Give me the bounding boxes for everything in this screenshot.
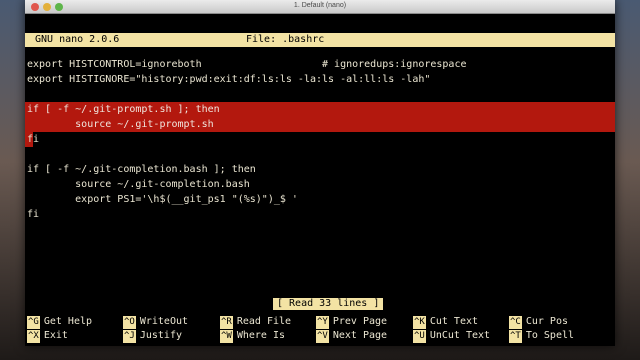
code-line[interactable]: export HISTIGNORE="history:pwd:exit:df:l… xyxy=(25,72,615,87)
shortcut-to-spell[interactable]: ^T To Spell xyxy=(509,329,575,343)
terminal-window: 1. Default (nano) GNU nano 2.0.6 File: .… xyxy=(25,0,615,346)
shortcut-prev-page[interactable]: ^Y Prev Page xyxy=(316,315,388,329)
code-line-selected[interactable]: source ~/.git-prompt.sh xyxy=(25,117,615,132)
shortcut-key: ^J xyxy=(123,330,136,343)
shortcut-label: UnCut Text xyxy=(429,330,491,341)
code-line[interactable] xyxy=(25,87,615,102)
shortcut-key: ^K xyxy=(413,316,426,329)
shortcut-label: Read File xyxy=(236,316,292,327)
shortcut-label: Cut Text xyxy=(429,316,479,327)
shortcut-justify[interactable]: ^J Justify xyxy=(123,329,182,343)
shortcut-label: To Spell xyxy=(525,330,575,341)
code-line-selected[interactable]: fi xyxy=(25,132,615,147)
shortcut-label: Justify xyxy=(139,330,182,341)
nano-version: GNU nano 2.0.6 xyxy=(35,34,120,45)
shortcut-key: ^U xyxy=(413,330,426,343)
file-name: File: .bashrc xyxy=(246,34,325,45)
shortcut-key: ^R xyxy=(220,316,233,329)
code-line[interactable]: if [ -f ~/.git-completion.bash ]; then xyxy=(25,162,615,177)
shortcut-key: ^X xyxy=(27,330,40,343)
code-line-selected[interactable]: if [ -f ~/.git-prompt.sh ]; then xyxy=(25,102,615,117)
shortcut-label: Exit xyxy=(43,330,68,341)
shortcut-cut-text[interactable]: ^K Cut Text xyxy=(413,315,479,329)
shortcut-exit[interactable]: ^X Exit xyxy=(27,329,68,343)
shortcut-next-page[interactable]: ^V Next Page xyxy=(316,329,388,343)
code-line[interactable] xyxy=(25,147,615,162)
shortcut-key: ^G xyxy=(27,316,40,329)
shortcut-key: ^O xyxy=(123,316,136,329)
shortcut-read-file[interactable]: ^R Read File xyxy=(220,315,292,329)
shortcut-label: Cur Pos xyxy=(525,316,568,327)
shortcut-label: Prev Page xyxy=(332,316,388,327)
code-line[interactable]: export PS1='\h$(__git_ps1 "(%s)")_$ ' xyxy=(25,192,615,207)
code-line[interactable]: export HISTCONTROL=ignoreboth # ignoredu… xyxy=(25,57,615,72)
shortcut-cur-pos[interactable]: ^C Cur Pos xyxy=(509,315,568,329)
window-title: 1. Default (nano) xyxy=(293,2,347,9)
shortcut-writeout[interactable]: ^O WriteOut xyxy=(123,315,189,329)
shortcut-key: ^Y xyxy=(316,316,329,329)
shortcut-key: ^W xyxy=(220,330,233,343)
shortcut-label: Next Page xyxy=(332,330,388,341)
shortcut-get-help[interactable]: ^G Get Help xyxy=(27,315,93,329)
code-line[interactable]: fi xyxy=(25,207,615,222)
shortcut-key: ^V xyxy=(316,330,329,343)
shortcut-bar: ^G Get Help ^O WriteOut ^R Read File ^Y Prev… xyxy=(25,314,615,344)
code-line[interactable]: source ~/.git-completion.bash xyxy=(25,177,615,192)
shortcut-label: Where Is xyxy=(236,330,286,341)
window-titlebar[interactable]: 1. Default (nano) xyxy=(25,0,615,14)
nano-title-bar: GNU nano 2.0.6 File: .bashrc xyxy=(25,33,615,47)
status-message: [ Read 33 lines ] xyxy=(273,298,384,310)
editor-area[interactable]: export HISTCONTROL=ignoreboth # ignoredu… xyxy=(25,57,615,222)
shortcut-key: ^T xyxy=(509,330,522,343)
shortcut-label: WriteOut xyxy=(139,316,189,327)
shortcut-where-is[interactable]: ^W Where Is xyxy=(220,329,286,343)
shortcut-label: Get Help xyxy=(43,316,93,327)
shortcut-key: ^C xyxy=(509,316,522,329)
shortcut-uncut-text[interactable]: ^U UnCut Text xyxy=(413,329,491,343)
